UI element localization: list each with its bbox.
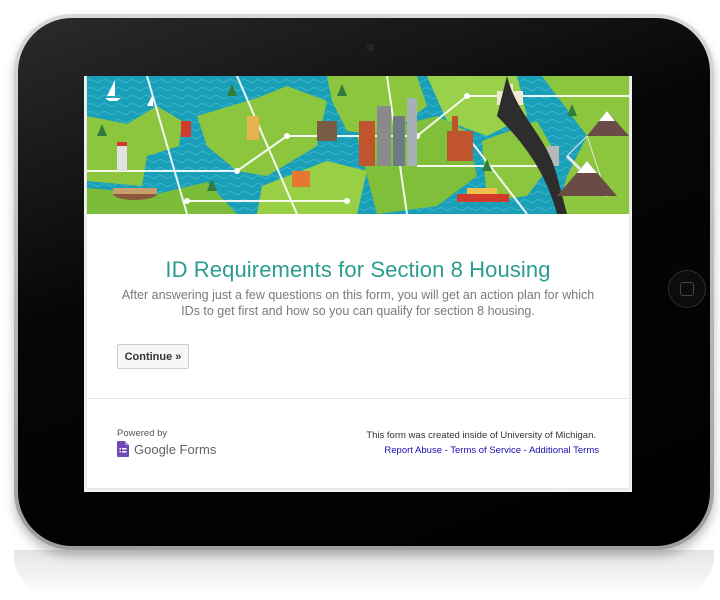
terms-of-service-link[interactable]: Terms of Service [450,445,521,456]
google-forms-icon [117,441,129,457]
camera-icon [367,44,374,51]
header-banner-image [87,76,629,214]
powered-by-label: Powered by [117,428,168,439]
report-abuse-link[interactable]: Report Abuse [384,445,442,456]
device-reflection [14,550,714,596]
home-button[interactable] [668,270,706,308]
form-title: ID Requirements for Section 8 Housing [165,257,551,282]
form-description: After answering just a few questions on … [121,288,595,318]
continue-button[interactable]: Continue » [117,344,189,369]
form-card: ID Requirements for Section 8 Housing Af… [87,76,629,488]
google-forms-wordmark: Google Forms [134,441,217,457]
tablet-screen: ID Requirements for Section 8 Housing Af… [84,76,632,492]
link-separator: - [521,445,529,456]
footer-links: Report Abuse - Terms of Service - Additi… [384,445,599,456]
additional-terms-link[interactable]: Additional Terms [529,445,599,456]
footer-divider [87,398,629,399]
tablet-device: ID Requirements for Section 8 Housing Af… [14,14,714,596]
google-forms-logo[interactable]: Google Forms [117,441,216,457]
created-inside-text: This form was created inside of Universi… [366,430,596,441]
